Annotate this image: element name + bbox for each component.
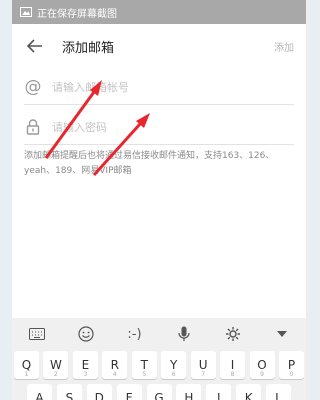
mic-icon[interactable]	[170, 320, 198, 348]
key-k[interactable]: K	[236, 384, 262, 400]
key-sub-label: 2	[54, 371, 58, 378]
key-sub-label: 8	[230, 371, 235, 378]
key-a[interactable]: A	[27, 384, 52, 400]
key-r[interactable]: R4	[102, 351, 128, 379]
key-sub-label: 4	[112, 371, 117, 378]
key-i[interactable]: I8	[220, 351, 246, 379]
arrow-to-email-icon	[44, 80, 102, 159]
key-label: W	[50, 358, 62, 372]
keyboard-row-1: Q1W2E3R4T5Y6U7I8O9P0	[12, 351, 306, 379]
key-o[interactable]: O9	[249, 351, 275, 379]
keyboard-icon[interactable]	[23, 320, 51, 348]
emoticon-icon[interactable]: :-)	[121, 320, 149, 348]
annotation-arrows	[44, 80, 150, 177]
key-label: U	[198, 358, 208, 372]
key-p[interactable]: P0	[278, 351, 304, 379]
key-e[interactable]: E3	[72, 351, 98, 379]
key-l[interactable]: L	[266, 384, 291, 400]
key-label: Q	[21, 358, 32, 372]
key-g[interactable]: G	[146, 384, 172, 400]
emoticon-label: :-)	[127, 326, 142, 342]
collapse-icon[interactable]	[268, 320, 296, 348]
key-q[interactable]: Q1	[14, 351, 39, 379]
key-sub-label: 3	[83, 371, 88, 378]
key-sub-label: 7	[201, 371, 206, 378]
key-y[interactable]: Y6	[161, 351, 187, 379]
soft-keyboard: :-) Q1W2E3R4T5Y6U7I8O9P0 ASDFGHJKL	[12, 318, 306, 400]
key-label: R	[110, 358, 119, 372]
key-sub-label: 9	[260, 371, 264, 378]
key-w[interactable]: W2	[43, 351, 69, 379]
key-label: I	[230, 358, 235, 372]
key-sub-label: 1	[24, 371, 29, 378]
keyboard-toolbar: :-)	[12, 318, 306, 350]
key-sub-label: 6	[171, 371, 176, 378]
key-label: E	[81, 358, 90, 372]
key-sub-label: 0	[289, 371, 294, 378]
emoji-icon[interactable]	[72, 320, 100, 348]
key-h[interactable]: H	[176, 384, 202, 400]
key-t[interactable]: T5	[131, 351, 157, 379]
key-u[interactable]: U7	[190, 351, 216, 379]
keyboard-row-2: ASDFGHJKL	[12, 384, 306, 400]
key-sub-label: 5	[142, 371, 147, 378]
key-label: P	[287, 358, 296, 372]
phone-screen: 正在保存屏幕截图 添加邮箱 添加 @ 添加邮箱提醒后也将通过易信接收邮件通知，支…	[12, 0, 306, 400]
key-label: O	[257, 358, 267, 372]
key-label: Y	[170, 358, 178, 372]
key-label: T	[140, 358, 148, 372]
key-j[interactable]: J	[206, 384, 232, 400]
key-d[interactable]: D	[86, 384, 112, 400]
arrow-to-password-icon	[92, 113, 150, 177]
key-s[interactable]: S	[56, 384, 82, 400]
key-f[interactable]: F	[116, 384, 142, 400]
settings-icon[interactable]	[219, 320, 247, 348]
